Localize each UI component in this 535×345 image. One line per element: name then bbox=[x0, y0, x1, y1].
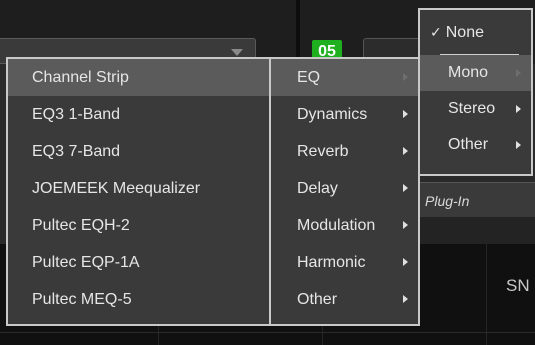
menu-item-other[interactable]: Other bbox=[420, 127, 531, 163]
menu-item-label: Mono bbox=[448, 64, 489, 81]
menu-item-label: Reverb bbox=[297, 143, 349, 160]
menu-item-label: EQ bbox=[297, 69, 321, 86]
menu-item-label: Other bbox=[297, 291, 338, 308]
submenu-arrow-icon bbox=[403, 184, 408, 192]
menu-item-eq3-7-band[interactable]: EQ3 7-Band bbox=[8, 133, 269, 170]
menu-item-harmonic[interactable]: Harmonic bbox=[271, 244, 418, 281]
submenu-arrow-icon bbox=[403, 258, 408, 266]
menu-item-joemeek-meequalizer[interactable]: JOEMEEK Meequalizer bbox=[8, 170, 269, 207]
submenu-arrow-icon bbox=[403, 221, 408, 229]
menu-item-channel-strip[interactable]: Channel Strip bbox=[8, 59, 269, 96]
divider bbox=[296, 0, 300, 64]
menu-item-label: Harmonic bbox=[297, 254, 366, 271]
submenu-arrow-icon bbox=[516, 141, 521, 149]
menu-item-eq3-1-band[interactable]: EQ3 1-Band bbox=[8, 96, 269, 133]
plugin-list-menu: Channel Strip EQ3 1-Band EQ3 7-Band JOEM… bbox=[6, 57, 271, 326]
menu-item-stereo[interactable]: Stereo bbox=[420, 91, 531, 127]
menu-item-modulation[interactable]: Modulation bbox=[271, 207, 418, 244]
menu-item-reverb[interactable]: Reverb bbox=[271, 133, 418, 170]
submenu-arrow-icon bbox=[516, 105, 521, 113]
menu-item-dynamics[interactable]: Dynamics bbox=[271, 96, 418, 133]
menu-item-delay[interactable]: Delay bbox=[271, 170, 418, 207]
insert-strip bbox=[412, 218, 535, 244]
menu-item-mono[interactable]: Mono bbox=[420, 55, 531, 91]
menu-item-label: Modulation bbox=[297, 217, 376, 234]
plugin-category-menu: EQ Dynamics Reverb Delay Modulation Harm… bbox=[269, 57, 420, 326]
menu-item-label: None bbox=[445, 24, 484, 41]
submenu-arrow-icon bbox=[403, 295, 408, 303]
insert-plugin-label[interactable]: Plug-In bbox=[412, 182, 535, 218]
menu-item-label: Other bbox=[448, 136, 489, 153]
plugin-type-menu: ✓ None Mono Stereo Other bbox=[418, 8, 533, 176]
menu-item-other-category[interactable]: Other bbox=[271, 281, 418, 318]
menu-item-label: Delay bbox=[297, 180, 338, 197]
submenu-arrow-icon bbox=[516, 69, 521, 77]
column-divider bbox=[486, 244, 487, 345]
menu-item-eq[interactable]: EQ bbox=[271, 59, 418, 96]
partial-label: SN bbox=[506, 276, 530, 295]
row-divider bbox=[0, 332, 535, 333]
submenu-arrow-icon bbox=[403, 147, 408, 155]
dropdown-arrow-icon bbox=[231, 49, 243, 56]
menu-item-none[interactable]: ✓ None bbox=[420, 10, 531, 54]
menu-item-pultec-meq-5[interactable]: Pultec MEQ-5 bbox=[8, 281, 269, 318]
menu-item-pultec-eqh-2[interactable]: Pultec EQH-2 bbox=[8, 207, 269, 244]
submenu-arrow-icon bbox=[403, 73, 408, 81]
menu-item-pultec-eqp-1a[interactable]: Pultec EQP-1A bbox=[8, 244, 269, 281]
menu-item-label: Dynamics bbox=[297, 106, 368, 123]
submenu-arrow-icon bbox=[403, 110, 408, 118]
check-icon: ✓ bbox=[430, 24, 442, 40]
menu-item-label: Stereo bbox=[448, 100, 496, 117]
